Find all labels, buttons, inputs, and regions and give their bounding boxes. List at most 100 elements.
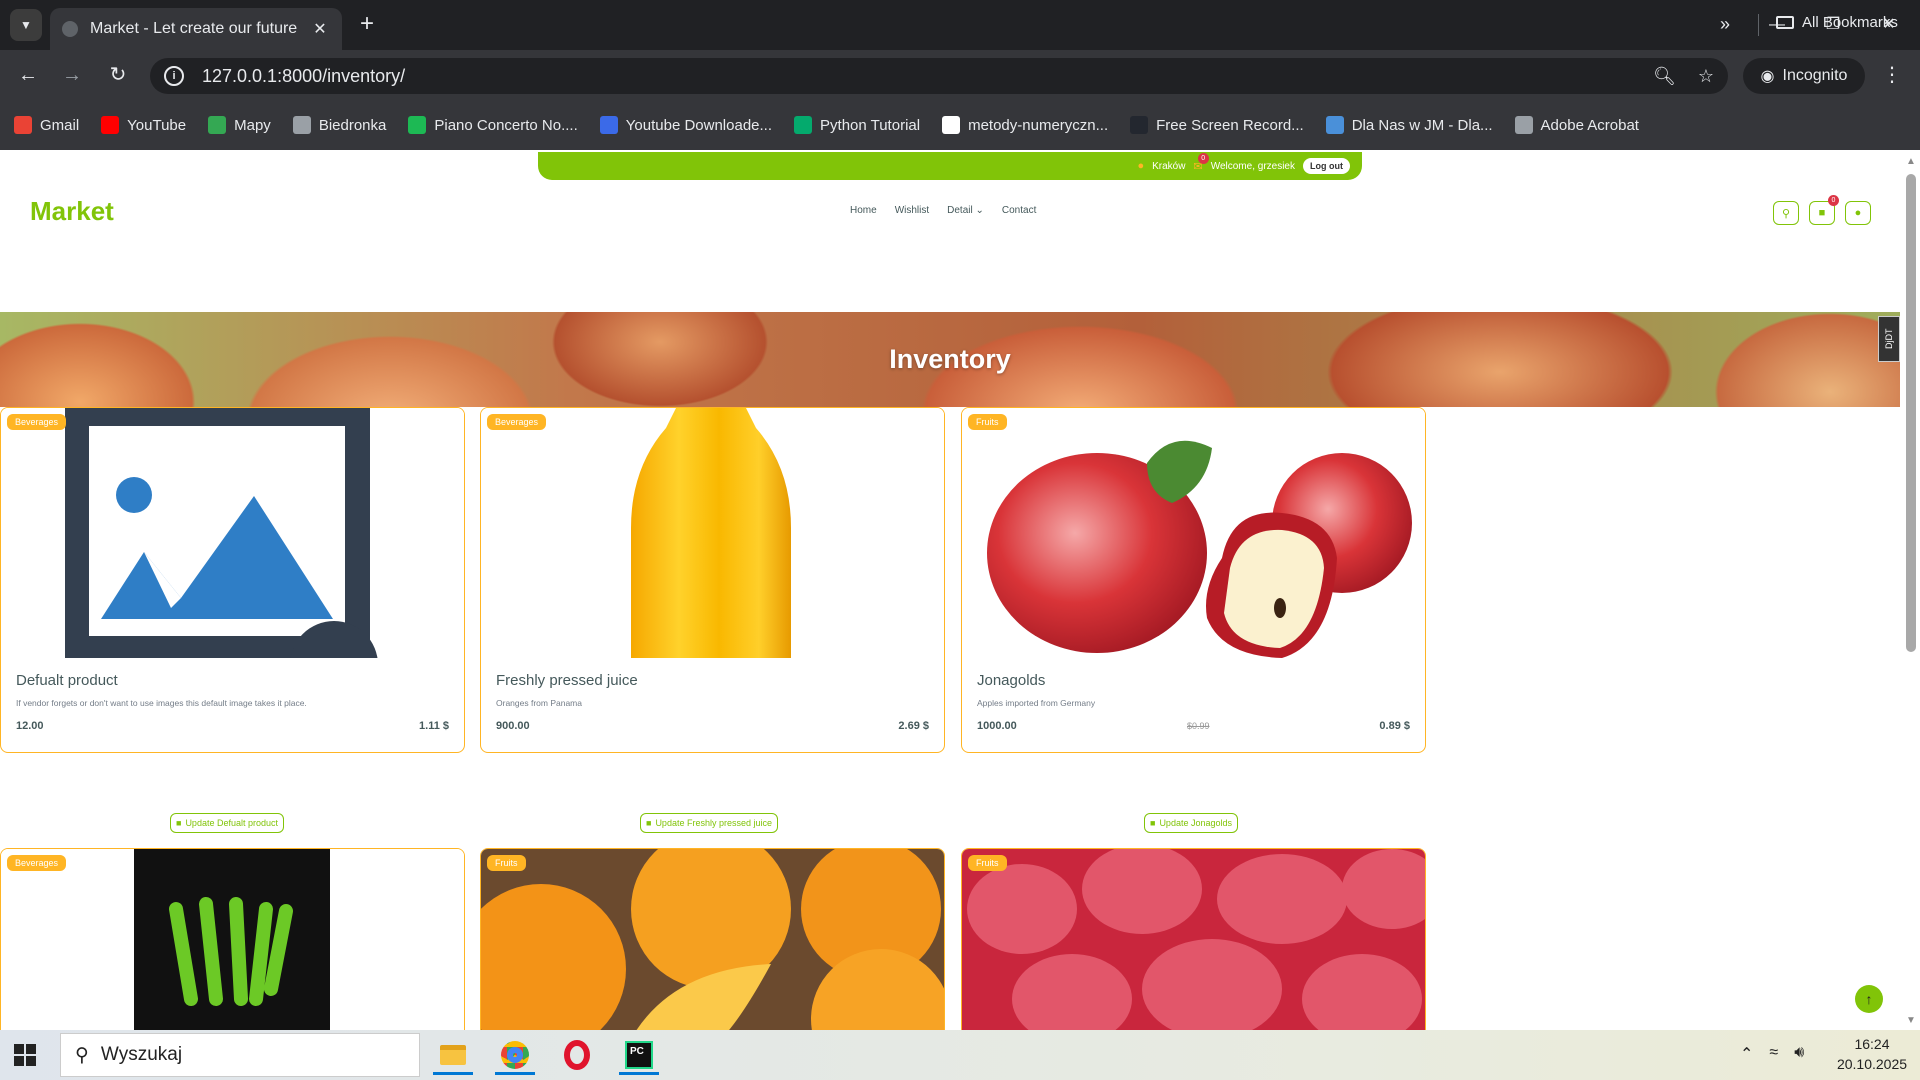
cart-count-badge: 0: [1828, 195, 1839, 206]
chevron-up-icon[interactable]: ⌃: [1740, 1044, 1753, 1064]
product-image-apples: [962, 408, 1425, 658]
product-quantity: 12.00: [16, 720, 44, 732]
file-explorer-taskbar-button[interactable]: [428, 1035, 478, 1075]
scrollbar-thumb[interactable]: [1906, 174, 1916, 652]
product-card[interactable]: Beverages Freshly pressed juice Oranges …: [480, 407, 945, 753]
nav-detail-dropdown[interactable]: Detail ⌄: [947, 205, 984, 216]
url-text[interactable]: 127.0.0.1:8000/inventory/: [202, 66, 1631, 87]
tab-search-button[interactable]: ▼: [10, 9, 42, 41]
product-image-placeholder: [1, 408, 464, 658]
product-card[interactable]: Fruits: [961, 848, 1426, 1030]
pycharm-taskbar-button[interactable]: PC: [614, 1035, 664, 1075]
bookmark-item[interactable]: Mapy: [208, 116, 271, 134]
recorder-icon: [1130, 116, 1149, 134]
incognito-indicator[interactable]: ◉ Incognito: [1743, 58, 1865, 94]
wifi-icon[interactable]: ≈: [1769, 1044, 1778, 1064]
bookmark-item[interactable]: YouTube: [101, 116, 186, 134]
product-price: 0.89 $: [1379, 720, 1410, 732]
taskbar-clock[interactable]: 16:24 20.10.2025: [1832, 1034, 1912, 1074]
opera-taskbar-button[interactable]: [552, 1035, 602, 1075]
product-card[interactable]: Fruits: [480, 848, 945, 1030]
product-image-energy-drink: [1, 849, 464, 1030]
system-tray: ⌃ ≈ 🔊︎: [1740, 1044, 1804, 1064]
bookmark-item[interactable]: Adobe Acrobat: [1514, 116, 1639, 134]
update-product-button[interactable]: ■ Update Freshly pressed juice: [640, 813, 778, 833]
windows-taskbar: ⚲ Wyszukaj PC ⌃ ≈ 🔊︎ 16:24 20.10.2025: [0, 1030, 1920, 1080]
bookmark-item[interactable]: Gmail: [14, 116, 79, 134]
page-viewport: ● Kraków ✉ 0 Welcome, grzesiek Log out Ma…: [0, 150, 1920, 1030]
product-image-raspberries: [962, 849, 1425, 1030]
globe-icon: [1514, 116, 1533, 134]
bookmark-label: Gmail: [40, 116, 80, 134]
bookmarks-bar: Gmail YouTube Mapy Biedronka Piano Concerto …: [0, 100, 1920, 150]
nav-detail-label: Detail: [947, 205, 973, 216]
mail-icon[interactable]: ✉ 0: [1193, 152, 1209, 173]
product-price: 2.69 $: [898, 720, 929, 732]
new-tab-button[interactable]: +: [354, 12, 380, 38]
product-old-price: $0.99: [1187, 721, 1210, 731]
bookmark-label: Piano Concerto No....: [434, 116, 578, 134]
windows-start-icon[interactable]: [14, 1044, 36, 1066]
product-card[interactable]: Beverages Defualt product If vendor forg…: [0, 407, 465, 753]
address-bar[interactable]: i 127.0.0.1:8000/inventory/ 🔍︎ ☆: [150, 58, 1728, 94]
scroll-down-icon[interactable]: ▼: [1906, 1015, 1916, 1026]
all-bookmarks-label: All Bookmarks: [1802, 14, 1898, 31]
site-info-icon[interactable]: i: [164, 66, 184, 86]
bookmark-item[interactable]: Piano Concerto No....: [408, 116, 578, 134]
account-button[interactable]: ●: [1845, 201, 1871, 225]
bookmark-item[interactable]: Dla Nas w JM - Dla...: [1325, 116, 1493, 134]
nav-wishlist[interactable]: Wishlist: [895, 205, 929, 216]
lock-icon: ■: [176, 818, 182, 828]
update-product-button[interactable]: ■ Update Jonagolds: [1144, 813, 1238, 833]
browser-menu-button[interactable]: ⋮: [1882, 62, 1902, 87]
product-quantity: 900.00: [496, 720, 530, 732]
bookmark-label: Youtube Downloade...: [625, 116, 773, 134]
bookmark-item[interactable]: Python Tutorial: [794, 116, 920, 134]
top-info-bar: ● Kraków ✉ 0 Welcome, grzesiek Log out: [538, 152, 1362, 180]
lock-icon: ■: [646, 818, 652, 828]
bookmark-label: Adobe Acrobat: [1540, 116, 1639, 134]
forward-button[interactable]: →: [58, 61, 86, 89]
product-card[interactable]: Beverages: [0, 848, 465, 1030]
bookmark-item[interactable]: Biedronka: [292, 116, 386, 134]
cart-button[interactable]: ■ 0: [1809, 195, 1839, 225]
bookmark-item[interactable]: metody-numeryczn...: [942, 116, 1108, 134]
page-scrollbar[interactable]: ▲ ▼: [1902, 150, 1920, 1030]
bookmark-item[interactable]: Free Screen Record...: [1130, 116, 1304, 134]
taskbar-search-box[interactable]: ⚲ Wyszukaj: [60, 1033, 420, 1077]
reload-button[interactable]: ↻: [104, 61, 132, 89]
product-title[interactable]: Defualt product: [16, 672, 118, 689]
zoom-icon[interactable]: 🔍︎: [1653, 66, 1676, 87]
nav-home[interactable]: Home: [850, 205, 877, 216]
category-badge: Beverages: [487, 414, 547, 430]
pycharm-icon: PC: [625, 1041, 653, 1069]
globe-icon: [62, 21, 78, 37]
close-tab-icon[interactable]: ✕: [310, 19, 330, 39]
volume-icon[interactable]: 🔊︎: [1794, 1044, 1804, 1064]
gmail-icon: [14, 116, 32, 134]
nav-contact[interactable]: Contact: [1002, 205, 1036, 216]
bookmark-star-icon[interactable]: ☆: [1698, 66, 1714, 87]
bookmark-label: Python Tutorial: [820, 116, 921, 134]
product-title[interactable]: Freshly pressed juice: [496, 672, 638, 689]
search-button[interactable]: ⚲: [1773, 201, 1799, 225]
all-bookmarks-button[interactable]: All Bookmarks: [1776, 14, 1898, 31]
logout-button[interactable]: Log out: [1303, 158, 1350, 174]
back-to-top-button[interactable]: ↑: [1855, 985, 1883, 1013]
chrome-taskbar-button[interactable]: [490, 1035, 540, 1075]
bookmark-label: Mapy: [234, 116, 271, 134]
product-card[interactable]: Fruits Jonagolds Apples imported from Ge…: [961, 407, 1426, 753]
back-button[interactable]: ←: [14, 61, 42, 89]
scroll-up-icon[interactable]: ▲: [1906, 156, 1916, 167]
folder-icon: [292, 116, 311, 134]
debug-toolbar-tab[interactable]: DjDT: [1878, 316, 1900, 362]
product-title[interactable]: Jonagolds: [977, 672, 1045, 689]
update-product-button[interactable]: ■ Update Defualt product: [170, 813, 284, 833]
browser-tab-active[interactable]: Market - Let create our future ✕: [50, 8, 342, 50]
more-bookmarks-chevron-icon[interactable]: »: [1720, 14, 1730, 35]
site-logo[interactable]: Market: [30, 196, 114, 227]
bookmark-label: Dla Nas w JM - Dla...: [1351, 116, 1493, 134]
update-label: Update Jonagolds: [1159, 818, 1232, 828]
bookmark-item[interactable]: Youtube Downloade...: [599, 116, 773, 134]
welcome-text: Welcome, grzesiek: [1210, 160, 1295, 172]
